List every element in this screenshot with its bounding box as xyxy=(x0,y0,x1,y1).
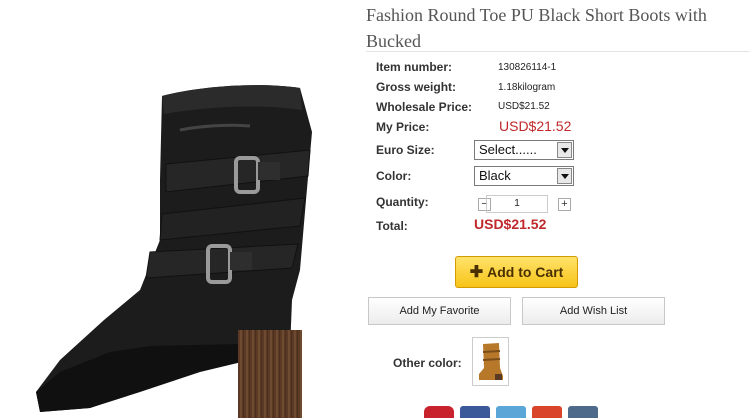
facebook-icon[interactable] xyxy=(460,406,490,418)
euro-size-label: Euro Size: xyxy=(376,143,435,157)
color-label: Color: xyxy=(376,169,412,183)
share-icon[interactable] xyxy=(568,406,598,418)
wholesale-price-value: USD$21.52 xyxy=(498,101,550,112)
product-title: Fashion Round Toe PU Black Short Boots w… xyxy=(366,5,707,51)
other-color-swatch[interactable] xyxy=(472,337,509,386)
product-image[interactable] xyxy=(0,0,350,418)
total-label: Total: xyxy=(376,219,408,233)
quantity-label: Quantity: xyxy=(376,195,429,209)
add-to-cart-label: Add to Cart xyxy=(487,264,564,280)
item-number-value: 130826114-1 xyxy=(498,62,557,73)
total-value: USD$21.52 xyxy=(474,216,547,232)
quantity-increase-button[interactable]: + xyxy=(558,198,571,211)
delicious-icon[interactable] xyxy=(496,406,526,418)
quantity-input[interactable]: 1 xyxy=(486,195,548,213)
add-to-cart-button[interactable]: ✚ Add to Cart xyxy=(455,256,578,288)
color-selected: Black xyxy=(479,168,511,183)
item-number-label: Item number: xyxy=(376,60,453,74)
color-select[interactable]: Black xyxy=(474,166,574,186)
gross-weight-label: Gross weight: xyxy=(376,80,457,94)
google-plus-icon[interactable] xyxy=(532,406,562,418)
gross-weight-value: 1.18kilogram xyxy=(498,82,556,93)
my-price-label: My Price: xyxy=(376,120,430,134)
euro-size-select[interactable]: Select...... xyxy=(474,140,574,160)
other-color-label: Other color: xyxy=(393,356,462,370)
my-price-value: USD$21.52 xyxy=(499,118,572,134)
chevron-down-icon[interactable] xyxy=(557,168,572,184)
add-wish-list-button[interactable]: Add Wish List xyxy=(522,297,665,325)
pinterest-icon[interactable] xyxy=(424,406,454,418)
plus-icon: ✚ xyxy=(469,264,484,281)
chevron-down-icon[interactable] xyxy=(557,142,572,158)
euro-size-selected: Select...... xyxy=(479,142,537,157)
title-divider xyxy=(366,51,749,52)
wholesale-price-label: Wholesale Price: xyxy=(376,100,473,114)
add-favorite-button[interactable]: Add My Favorite xyxy=(368,297,511,325)
